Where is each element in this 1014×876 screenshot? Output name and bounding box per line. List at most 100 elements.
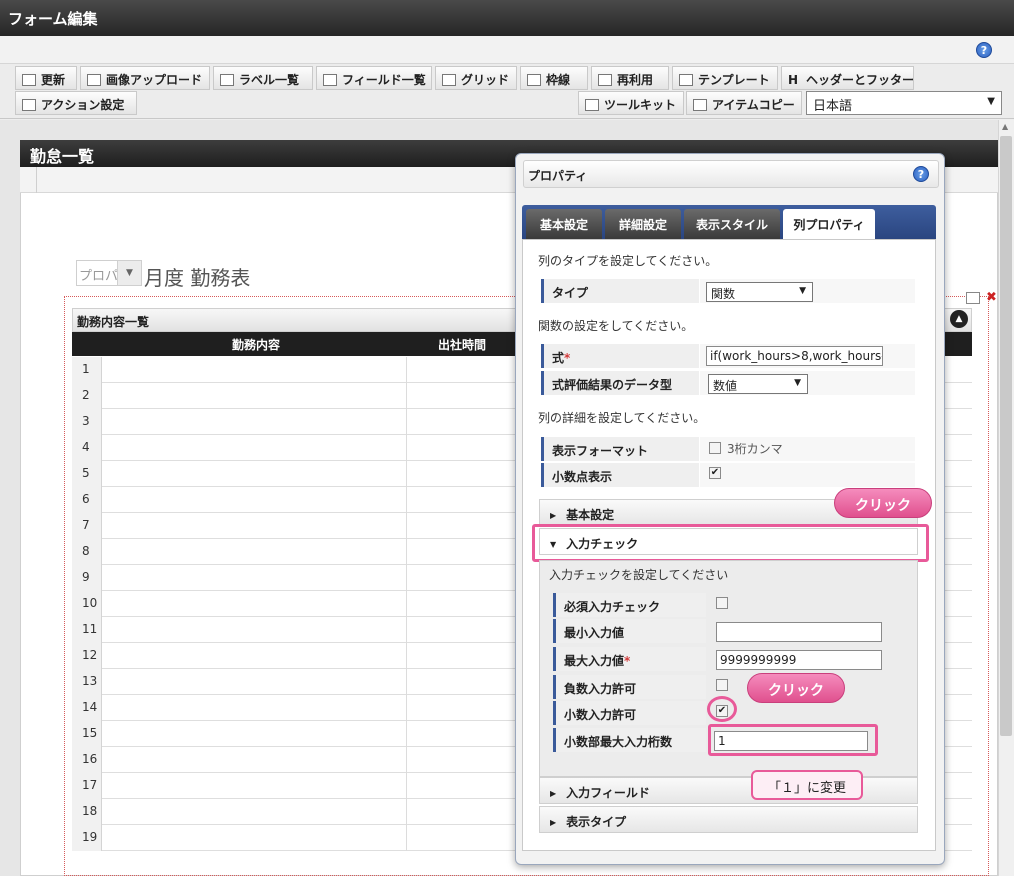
image-icon bbox=[87, 74, 101, 86]
toolbox-icon bbox=[585, 99, 599, 111]
close-icon[interactable]: ✖ bbox=[986, 290, 997, 305]
list-icon bbox=[220, 74, 234, 86]
grid-icon bbox=[442, 74, 456, 86]
chevron-down-icon: ▼ bbox=[799, 286, 806, 296]
chevron-right-icon: ▶ bbox=[550, 789, 557, 798]
dialog-help-icon[interactable]: ? bbox=[913, 166, 929, 182]
cell-divider bbox=[406, 773, 407, 799]
cell-divider bbox=[406, 383, 407, 409]
template-icon bbox=[679, 74, 693, 86]
grid-button[interactable]: グリッド bbox=[435, 66, 517, 90]
row-number: 11 bbox=[72, 617, 102, 643]
action-icon bbox=[22, 99, 36, 111]
row-number: 4 bbox=[72, 435, 102, 461]
result-type-select[interactable]: 数値 ▼ bbox=[708, 374, 808, 394]
decimal-allowed-label: 小数入力許可 bbox=[553, 701, 706, 725]
tab-column-properties[interactable]: 列プロパティ bbox=[783, 209, 875, 239]
min-value-input[interactable] bbox=[716, 622, 882, 642]
expression-input[interactable]: if(work_hours>8,work_hours-8, bbox=[706, 346, 883, 366]
format-label: 表示フォーマット bbox=[541, 437, 699, 461]
required-check-checkbox[interactable] bbox=[716, 597, 728, 609]
month-title: 月度 勤務表 bbox=[144, 266, 251, 290]
decimal-display-checkbox[interactable]: ✔ bbox=[709, 467, 721, 479]
row-number: 2 bbox=[72, 383, 102, 409]
border-icon bbox=[527, 74, 541, 86]
max-value-input[interactable]: 9999999999 bbox=[716, 650, 882, 670]
row-number: 6 bbox=[72, 487, 102, 513]
min-value-label: 最小入力値 bbox=[553, 619, 706, 643]
row-number: 12 bbox=[72, 643, 102, 669]
action-settings-button[interactable]: アクション設定 bbox=[15, 91, 137, 115]
row-number: 16 bbox=[72, 747, 102, 773]
table-icon[interactable] bbox=[966, 292, 980, 304]
chevron-right-icon: ▶ bbox=[550, 818, 557, 827]
row-number: 19 bbox=[72, 825, 102, 851]
cell-divider bbox=[406, 513, 407, 539]
comma-option-label: 3桁カンマ bbox=[727, 442, 783, 456]
language-select[interactable]: 日本語 ▼ bbox=[806, 91, 1002, 115]
negative-allowed-checkbox[interactable] bbox=[716, 679, 728, 691]
cell-divider bbox=[406, 643, 407, 669]
chevron-right-icon: ▶ bbox=[550, 511, 557, 520]
field-list-button[interactable]: フィールド一覧 bbox=[316, 66, 432, 90]
highlight-input-check bbox=[532, 524, 929, 562]
cell-divider bbox=[406, 747, 407, 773]
note-function: 関数の設定をしてください。 bbox=[538, 319, 694, 333]
help-bar: ? bbox=[0, 36, 1014, 64]
required-mark: * bbox=[564, 351, 571, 365]
cell-divider bbox=[406, 721, 407, 747]
chevron-down-icon: ▼ bbox=[794, 378, 801, 388]
col-header-work: 勤務内容 bbox=[232, 338, 281, 352]
reuse-button[interactable]: 再利用 bbox=[591, 66, 669, 90]
item-copy-button[interactable]: アイテムコピー bbox=[686, 91, 802, 115]
cell-divider bbox=[406, 617, 407, 643]
required-check-label: 必須入力チェック bbox=[553, 593, 706, 617]
update-button[interactable]: 更新 bbox=[15, 66, 77, 90]
negative-allowed-label: 負数入力許可 bbox=[553, 675, 706, 699]
click-callout-1: クリック bbox=[834, 488, 932, 518]
expression-label: 式* bbox=[541, 344, 699, 368]
template-button[interactable]: テンプレート bbox=[672, 66, 778, 90]
month-select[interactable]: プロパ ▼ bbox=[76, 260, 142, 286]
row-number: 3 bbox=[72, 409, 102, 435]
border-button[interactable]: 枠線 bbox=[520, 66, 588, 90]
comma-checkbox[interactable] bbox=[709, 442, 721, 454]
chevron-down-icon: ▼ bbox=[117, 261, 141, 285]
row-number: 14 bbox=[72, 695, 102, 721]
section-display-type[interactable]: ▶ 表示タイプ bbox=[539, 806, 918, 833]
input-check-note: 入力チェックを設定してください bbox=[549, 568, 729, 582]
type-label: タイプ bbox=[541, 279, 699, 303]
cell-divider bbox=[406, 409, 407, 435]
click-callout-2: クリック bbox=[747, 673, 845, 703]
cell-divider bbox=[406, 539, 407, 565]
dialog-title: プロパティ bbox=[523, 160, 939, 188]
tab-display-style[interactable]: 表示スタイル bbox=[684, 209, 780, 239]
collapse-up-icon[interactable]: ▲ bbox=[950, 310, 968, 328]
cell-divider bbox=[406, 461, 407, 487]
row-number: 9 bbox=[72, 565, 102, 591]
chevron-down-icon: ▼ bbox=[987, 96, 995, 107]
cell-divider bbox=[406, 669, 407, 695]
label-list-button[interactable]: ラベル一覧 bbox=[213, 66, 313, 90]
tab-detail[interactable]: 詳細設定 bbox=[605, 209, 681, 239]
tab-basic[interactable]: 基本設定 bbox=[526, 209, 602, 239]
toolkit-button[interactable]: ツールキット bbox=[578, 91, 684, 115]
image-upload-button[interactable]: 画像アップロード bbox=[80, 66, 210, 90]
highlight-decimal-checkbox bbox=[707, 696, 737, 722]
header-footer-button[interactable]: H ヘッダーとフッター bbox=[781, 66, 914, 90]
h-icon: H bbox=[788, 73, 799, 87]
scroll-up-icon[interactable]: ▲ bbox=[1002, 122, 1008, 131]
toolbox-icon bbox=[693, 99, 707, 111]
help-icon[interactable]: ? bbox=[976, 42, 992, 58]
window-title: フォーム編集 bbox=[0, 0, 1014, 36]
row-number: 17 bbox=[72, 773, 102, 799]
row-number: 18 bbox=[72, 799, 102, 825]
decimal-display-label: 小数点表示 bbox=[541, 463, 699, 487]
cell-divider bbox=[406, 565, 407, 591]
scrollbar-thumb[interactable] bbox=[1000, 136, 1012, 736]
type-select[interactable]: 関数 ▼ bbox=[706, 282, 813, 302]
result-type-label: 式評価結果のデータ型 bbox=[541, 371, 699, 395]
max-decimal-digits-label: 小数部最大入力桁数 bbox=[553, 728, 706, 752]
row-number: 5 bbox=[72, 461, 102, 487]
row-number: 7 bbox=[72, 513, 102, 539]
